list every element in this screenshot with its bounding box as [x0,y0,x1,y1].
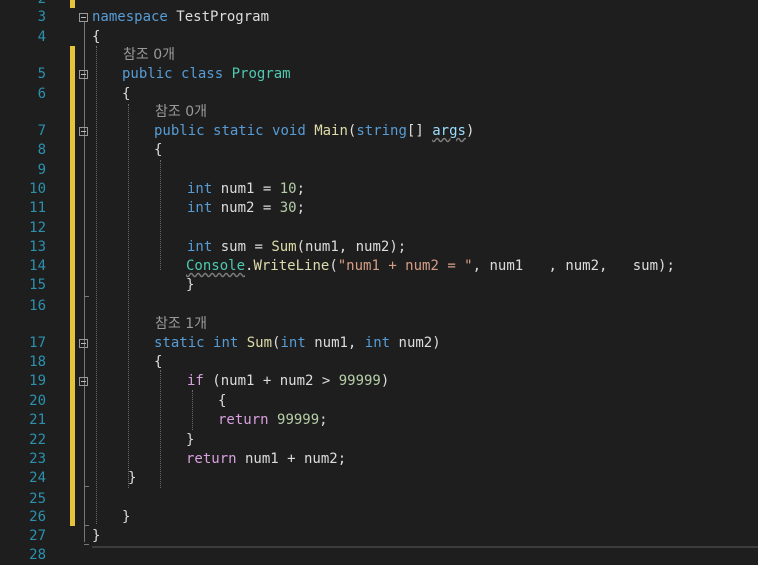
reference-codelens[interactable]: 참조 1개 [155,315,207,334]
code-text[interactable]: int num1 = 10; [187,180,305,199]
line-number: 13 [29,239,46,255]
reference-codelens[interactable]: 참조 0개 [123,46,175,65]
code-line: 28 [0,546,758,565]
code-line: 12 [0,219,758,238]
code-editor[interactable]: 2 3 namespace TestProgram 4 { 참조 0개 5 pu… [0,0,758,563]
line-number: 12 [29,220,46,236]
code-line: 10 int num1 = 10; [0,180,758,199]
code-text[interactable]: namespace TestProgram [92,8,269,27]
code-line: 17 static int Sum(int num1, int num2) [0,334,758,353]
line-number: 8 [37,142,46,158]
code-line: 5 public class Program [0,65,758,84]
code-text[interactable]: int sum = Sum(num1, num2); [187,238,406,257]
code-text[interactable]: } [92,527,100,546]
code-line: 9 [0,161,758,180]
line-number: 18 [29,354,46,370]
code-text[interactable]: if (num1 + num2 > 99999) [187,372,389,391]
code-text[interactable]: public static void Main(string[] args) [154,122,474,141]
line-number: 26 [29,509,46,525]
line-number: 20 [29,393,46,409]
code-line: 22 } [0,431,758,450]
code-text[interactable]: Console.WriteLine("num1 + num2 = ", num1… [186,257,675,276]
line-number: 21 [29,412,46,428]
line-number: 14 [29,258,46,274]
code-text[interactable]: } [186,276,194,295]
code-line: 24 } [0,469,758,488]
code-text[interactable]: static int Sum(int num1, int num2) [154,334,441,353]
code-line: 6 { [0,85,758,104]
line-number: 6 [37,86,46,102]
reference-codelens[interactable]: 참조 0개 [155,103,207,122]
code-line: 15 } [0,276,758,295]
line-number: 11 [29,200,46,216]
line-number: 15 [29,277,46,293]
code-text[interactable]: } [128,469,136,488]
code-line: 3 namespace TestProgram [0,8,758,27]
code-text[interactable]: } [186,431,194,450]
line-number: 7 [37,123,46,139]
code-text[interactable]: { [122,85,130,104]
line-number: 28 [29,547,46,563]
code-line: 27 } [0,527,758,546]
code-line: 8 { [0,141,758,160]
code-line: 18 { [0,353,758,372]
code-line: 14 Console.WriteLine("num1 + num2 = ", n… [0,257,758,276]
code-text[interactable]: { [154,353,162,372]
code-line: 13 int sum = Sum(num1, num2); [0,238,758,257]
code-line: 25 [0,490,758,509]
code-line: 21 return 99999; [0,411,758,430]
code-line: 19 if (num1 + num2 > 99999) [0,372,758,391]
code-line: 23 return num1 + num2; [0,450,758,469]
line-number: 25 [29,491,46,507]
line-number: 17 [29,335,46,351]
line-number: 3 [37,9,46,25]
horizontal-scrollbar[interactable] [92,546,758,548]
line-number: 5 [37,66,46,82]
code-line: 26 } [0,508,758,527]
line-number: 22 [29,432,46,448]
code-line: 16 [0,297,758,316]
line-number: 10 [29,181,46,197]
code-line: 20 { [0,392,758,411]
line-number: 23 [29,451,46,467]
code-text[interactable]: { [154,141,162,160]
code-text[interactable]: public class Program [122,65,291,84]
code-line: 4 { [0,28,758,47]
code-text[interactable]: } [122,508,130,527]
line-number: 27 [29,528,46,544]
line-number: 16 [29,298,46,314]
code-text[interactable]: int num2 = 30; [187,199,305,218]
code-text[interactable]: { [92,28,100,47]
line-number: 24 [29,470,46,486]
line-number: 4 [37,29,46,45]
code-text[interactable]: { [218,392,226,411]
line-number: 19 [29,373,46,389]
code-line: 11 int num2 = 30; [0,199,758,218]
code-line: 7 public static void Main(string[] args) [0,122,758,141]
line-number: 9 [37,162,46,178]
code-text[interactable]: return num1 + num2; [186,450,346,469]
code-text[interactable]: return 99999; [218,411,328,430]
